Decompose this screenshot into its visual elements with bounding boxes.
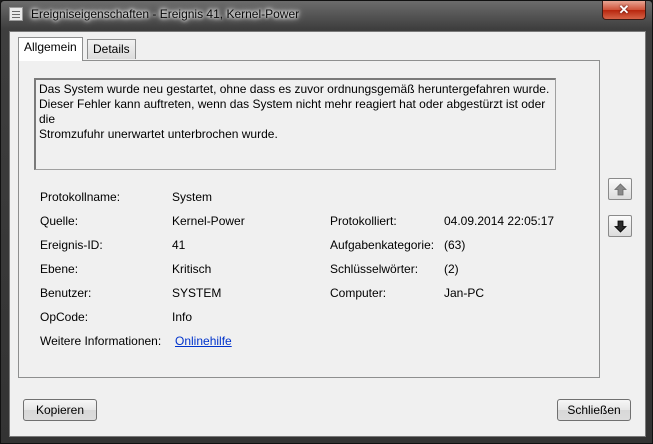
tab-details[interactable]: Details — [87, 39, 136, 59]
arrow-down-icon — [614, 220, 627, 233]
close-window-button[interactable]: ✕ — [602, 1, 646, 20]
previous-event-button[interactable] — [608, 178, 632, 200]
window-title: Ereigniseigenschaften - Ereignis 41, Ker… — [31, 7, 300, 21]
general-tab-panel: Das System wurde neu gestartet, ohne das… — [18, 60, 600, 378]
onlinehilfe-link[interactable]: Onlinehilfe — [175, 334, 232, 348]
ereignis-id-label: Ereignis-ID: — [40, 238, 103, 252]
opcode-value: Info — [172, 310, 193, 324]
ebene-value: Kritisch — [172, 262, 212, 276]
weitere-informationen-label: Weitere Informationen: — [40, 334, 162, 348]
tab-allgemein[interactable]: Allgemein — [18, 37, 83, 61]
computer-label: Computer: — [330, 286, 387, 300]
ereignis-id-value: 41 — [172, 238, 186, 252]
quelle-value: Kernel-Power — [172, 214, 245, 228]
protokolliert-value: 04.09.2014 22:05:17 — [444, 214, 555, 228]
protokollname-label: Protokollname: — [40, 190, 121, 204]
quelle-label: Quelle: — [40, 214, 79, 228]
description-line: Das System wurde neu gestartet, ohne das… — [39, 82, 550, 96]
event-description-box[interactable]: Das System wurde neu gestartet, ohne das… — [34, 78, 556, 170]
schluesselwoerter-label: Schlüsselwörter: — [330, 262, 419, 276]
computer-value: Jan-PC — [444, 286, 485, 300]
arrow-up-icon — [614, 183, 627, 196]
event-viewer-icon — [9, 7, 23, 21]
description-line: Stromzufuhr unerwartet unterbrochen wurd… — [39, 127, 278, 141]
next-event-button[interactable] — [608, 215, 632, 237]
opcode-label: OpCode: — [40, 310, 89, 324]
description-line: Dieser Fehler kann auftreten, wenn das S… — [39, 97, 546, 126]
event-properties-window: Ereigniseigenschaften - Ereignis 41, Ker… — [0, 0, 653, 444]
aufgabenkategorie-value: (63) — [444, 238, 466, 252]
aufgabenkategorie-label: Aufgabenkategorie: — [330, 238, 435, 252]
close-button[interactable]: Schließen — [557, 399, 631, 421]
protokolliert-label: Protokolliert: — [330, 214, 397, 228]
schluesselwoerter-value: (2) — [444, 262, 459, 276]
copy-button[interactable]: Kopieren — [23, 399, 97, 421]
benutzer-label: Benutzer: — [40, 286, 92, 300]
benutzer-value: SYSTEM — [172, 286, 222, 300]
ebene-label: Ebene: — [40, 262, 79, 276]
protokollname-value: System — [172, 190, 213, 204]
dialog-client-area: Allgemein Details Das System wurde neu g… — [9, 31, 646, 437]
title-bar[interactable]: Ereigniseigenschaften - Ereignis 41, Ker… — [1, 1, 652, 29]
